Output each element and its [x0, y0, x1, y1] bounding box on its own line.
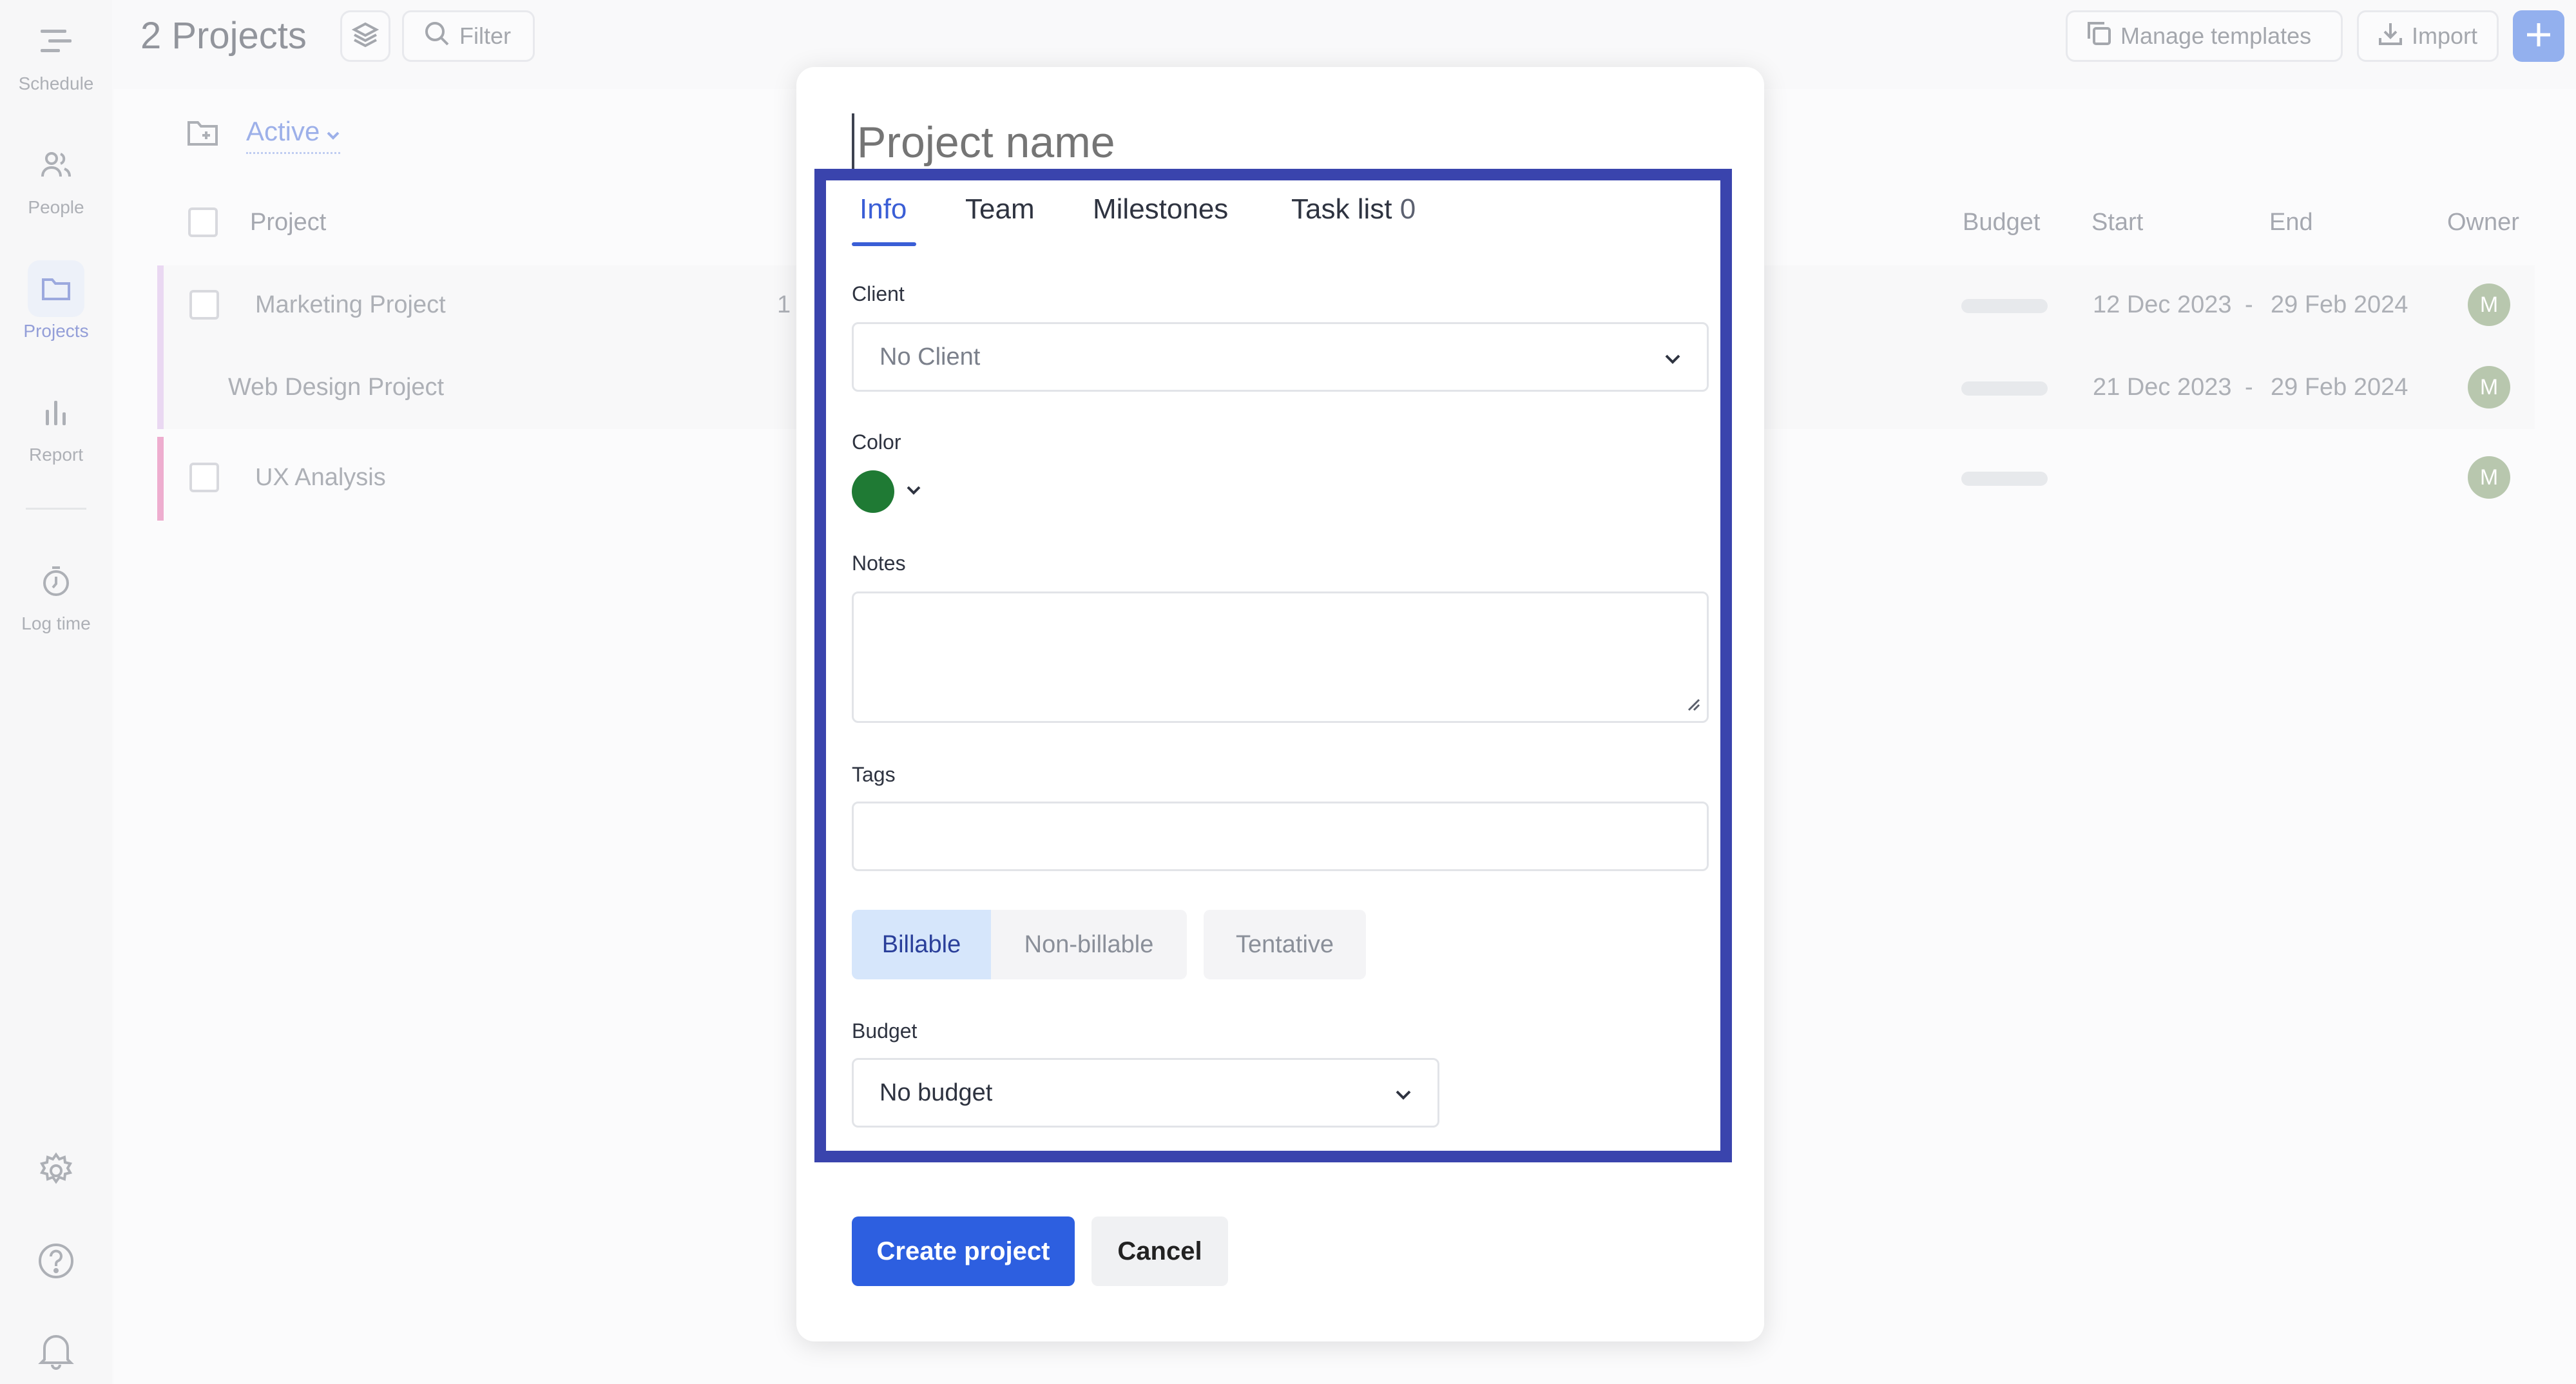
tab-task-list[interactable]: Task list 0 — [1291, 193, 1416, 226]
tab-team[interactable]: Team — [965, 193, 1035, 226]
tab-milestones[interactable]: Milestones — [1093, 193, 1228, 226]
tags-label: Tags — [852, 763, 896, 786]
create-project-button[interactable]: Create project — [852, 1216, 1075, 1286]
billable-option[interactable]: Billable — [852, 910, 991, 979]
color-label: Color — [852, 430, 901, 454]
tab-active-indicator — [852, 242, 916, 246]
project-name-input[interactable] — [852, 113, 1709, 171]
tab-info[interactable]: Info — [860, 193, 907, 226]
task-count-badge: 0 — [1399, 193, 1416, 225]
client-select[interactable]: No Client — [852, 322, 1709, 392]
chevron-down-icon — [906, 485, 921, 499]
tags-input[interactable] — [852, 802, 1709, 871]
tab-task-list-label: Task list — [1291, 193, 1392, 225]
non-billable-option[interactable]: Non-billable — [991, 910, 1187, 979]
budget-label: Budget — [852, 1019, 918, 1043]
cancel-button[interactable]: Cancel — [1091, 1216, 1228, 1286]
tentative-option[interactable]: Tentative — [1204, 910, 1366, 979]
resize-handle-icon[interactable] — [1686, 697, 1700, 715]
client-value: No Client — [879, 343, 981, 370]
budget-select[interactable]: No budget — [852, 1058, 1439, 1128]
color-picker[interactable] — [852, 470, 921, 513]
budget-value: No budget — [879, 1079, 993, 1106]
notes-textarea[interactable] — [852, 591, 1709, 723]
client-label: Client — [852, 282, 905, 305]
chevron-down-icon — [1664, 343, 1681, 371]
chevron-down-icon — [1395, 1079, 1412, 1107]
color-swatch — [852, 470, 894, 513]
notes-label: Notes — [852, 552, 906, 575]
